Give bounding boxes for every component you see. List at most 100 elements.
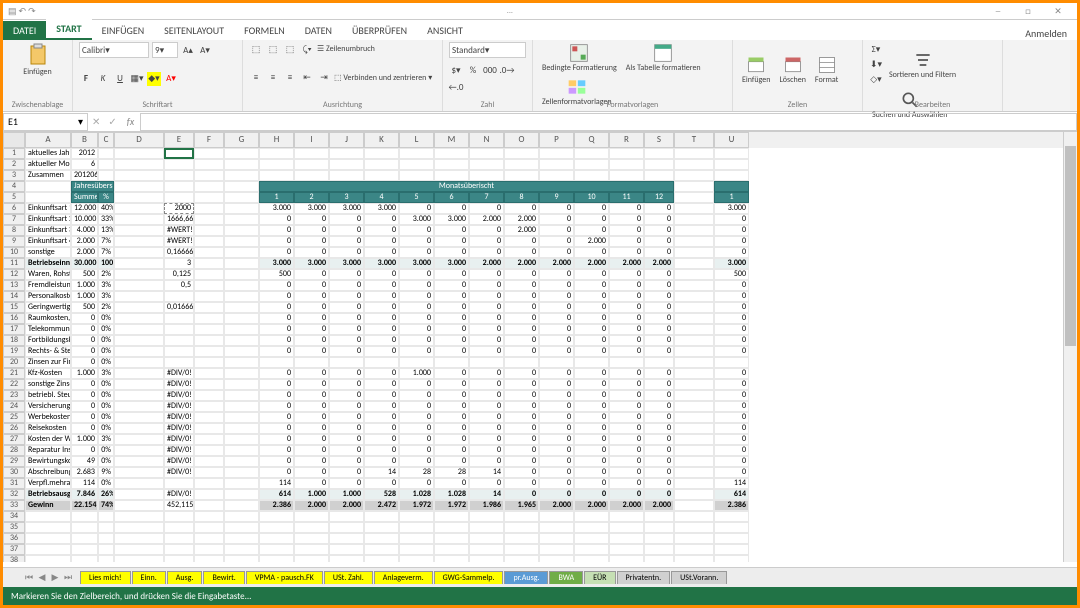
fill-color-button[interactable]: ◆▾ — [147, 72, 161, 86]
sheet-tab[interactable]: Lies mich! — [80, 571, 131, 584]
inc-decimal-icon[interactable]: .0→ — [500, 63, 514, 77]
cell[interactable] — [574, 159, 609, 170]
cell[interactable] — [539, 148, 574, 159]
col-header[interactable]: A — [25, 132, 71, 148]
sort-filter-button[interactable]: Sortieren und Filtern — [886, 49, 959, 80]
qat[interactable]: ▤ ↶ ↷ — [8, 6, 36, 17]
row-header[interactable]: 12 — [3, 269, 25, 280]
row-header[interactable]: 9 — [3, 236, 25, 247]
orientation-icon[interactable]: ⤹▾ — [300, 42, 314, 56]
col-header[interactable]: G — [224, 132, 259, 148]
cell[interactable] — [114, 159, 164, 170]
cell[interactable] — [294, 148, 329, 159]
cell[interactable] — [434, 148, 469, 159]
cell[interactable] — [644, 148, 674, 159]
cell[interactable] — [714, 170, 749, 181]
row-header[interactable]: 19 — [3, 346, 25, 357]
formula-input[interactable] — [140, 113, 1077, 131]
grid-rows[interactable]: 1aktuelles Jahr20122aktueller Monat63Zus… — [3, 148, 1077, 562]
cell[interactable] — [609, 170, 644, 181]
indent-dec-icon[interactable]: ⇤ — [300, 71, 314, 85]
dec-decimal-icon[interactable]: ←.0 — [449, 80, 463, 94]
row-header[interactable]: 25 — [3, 412, 25, 423]
sheet-tab[interactable]: USt.Vorann. — [671, 571, 727, 584]
decrease-font-icon[interactable]: A▾ — [198, 43, 212, 57]
cell[interactable]: aktueller Monat — [25, 159, 71, 170]
tab-nav-prev-icon[interactable]: ◀ — [36, 571, 48, 585]
cell[interactable] — [329, 170, 364, 181]
paste-button[interactable]: Einfügen — [9, 42, 66, 77]
font-name-select[interactable]: Calibri ▾ — [79, 42, 149, 58]
row-header[interactable]: 5 — [3, 192, 25, 203]
cell[interactable] — [114, 148, 164, 159]
align-top-icon[interactable]: ⬚ — [249, 42, 263, 56]
row-header[interactable]: 32 — [3, 489, 25, 500]
row-header[interactable]: 24 — [3, 401, 25, 412]
bold-button[interactable]: F — [79, 72, 93, 86]
cell[interactable] — [504, 170, 539, 181]
indent-inc-icon[interactable]: ⇥ — [317, 71, 331, 85]
cell[interactable] — [259, 148, 294, 159]
row-header[interactable]: 35 — [3, 522, 25, 533]
cell[interactable] — [98, 159, 114, 170]
tab-start[interactable]: START — [46, 19, 91, 40]
col-header[interactable]: B — [71, 132, 98, 148]
align-right-icon[interactable]: ≡ — [283, 71, 297, 85]
row-header[interactable]: 26 — [3, 423, 25, 434]
cell[interactable] — [609, 148, 644, 159]
col-header[interactable]: S — [644, 132, 674, 148]
accept-formula-icon[interactable]: ✓ — [104, 115, 120, 128]
currency-icon[interactable]: $▾ — [449, 63, 463, 77]
col-header[interactable]: Q — [574, 132, 609, 148]
cell[interactable] — [674, 148, 714, 159]
row-header[interactable]: 15 — [3, 302, 25, 313]
tab-formulas[interactable]: FORMELN — [234, 21, 295, 40]
font-color-button[interactable]: A▾ — [164, 72, 178, 86]
sheet-tab[interactable]: Privatentn. — [617, 571, 671, 584]
row-header[interactable]: 31 — [3, 478, 25, 489]
cell[interactable] — [259, 159, 294, 170]
cell[interactable] — [714, 159, 749, 170]
cell[interactable] — [539, 170, 574, 181]
cell[interactable] — [98, 170, 114, 181]
percent-icon[interactable]: % — [466, 63, 480, 77]
cell[interactable] — [329, 159, 364, 170]
increase-font-icon[interactable]: A▴ — [181, 43, 195, 57]
cell[interactable] — [399, 148, 434, 159]
col-header[interactable]: K — [364, 132, 399, 148]
cell[interactable] — [644, 170, 674, 181]
delete-cells-button[interactable]: Löschen — [776, 54, 808, 85]
cell[interactable] — [674, 159, 714, 170]
col-header[interactable]: O — [504, 132, 539, 148]
row-header[interactable]: 14 — [3, 291, 25, 302]
cell[interactable] — [399, 170, 434, 181]
cell[interactable] — [469, 159, 504, 170]
minimize-button[interactable]: ─ — [984, 4, 1012, 18]
align-center-icon[interactable]: ≡ — [266, 71, 280, 85]
maximize-button[interactable]: □ — [1014, 4, 1042, 18]
sheet-tab[interactable]: GWG-Sammelp. — [434, 571, 504, 584]
row-header[interactable]: 10 — [3, 247, 25, 258]
col-header[interactable]: U — [714, 132, 749, 148]
col-header[interactable]: R — [609, 132, 644, 148]
sheet-tab[interactable]: pr.Ausg. — [504, 571, 548, 584]
sheet-tab[interactable]: VPMA - pausch.FK — [246, 571, 323, 584]
cell[interactable] — [164, 170, 194, 181]
cell[interactable] — [469, 170, 504, 181]
cell[interactable] — [164, 148, 194, 159]
format-as-table-button[interactable]: Als Tabelle formatieren — [623, 42, 704, 73]
col-header[interactable]: P — [539, 132, 574, 148]
cell[interactable] — [259, 170, 294, 181]
cell[interactable]: 6 — [71, 159, 98, 170]
cell[interactable] — [194, 170, 224, 181]
tab-pagelayout[interactable]: SEITENLAYOUT — [154, 21, 234, 40]
row-header[interactable]: 2 — [3, 159, 25, 170]
wrap-text-button[interactable]: ☰ Zeilenumbruch — [317, 44, 375, 54]
font-size-select[interactable]: 9 ▾ — [152, 42, 178, 58]
sheet-tab[interactable]: EÜR — [584, 571, 615, 584]
col-header[interactable]: T — [674, 132, 714, 148]
cell[interactable] — [98, 148, 114, 159]
row-header[interactable]: 29 — [3, 456, 25, 467]
col-header[interactable]: I — [294, 132, 329, 148]
cell[interactable] — [364, 159, 399, 170]
